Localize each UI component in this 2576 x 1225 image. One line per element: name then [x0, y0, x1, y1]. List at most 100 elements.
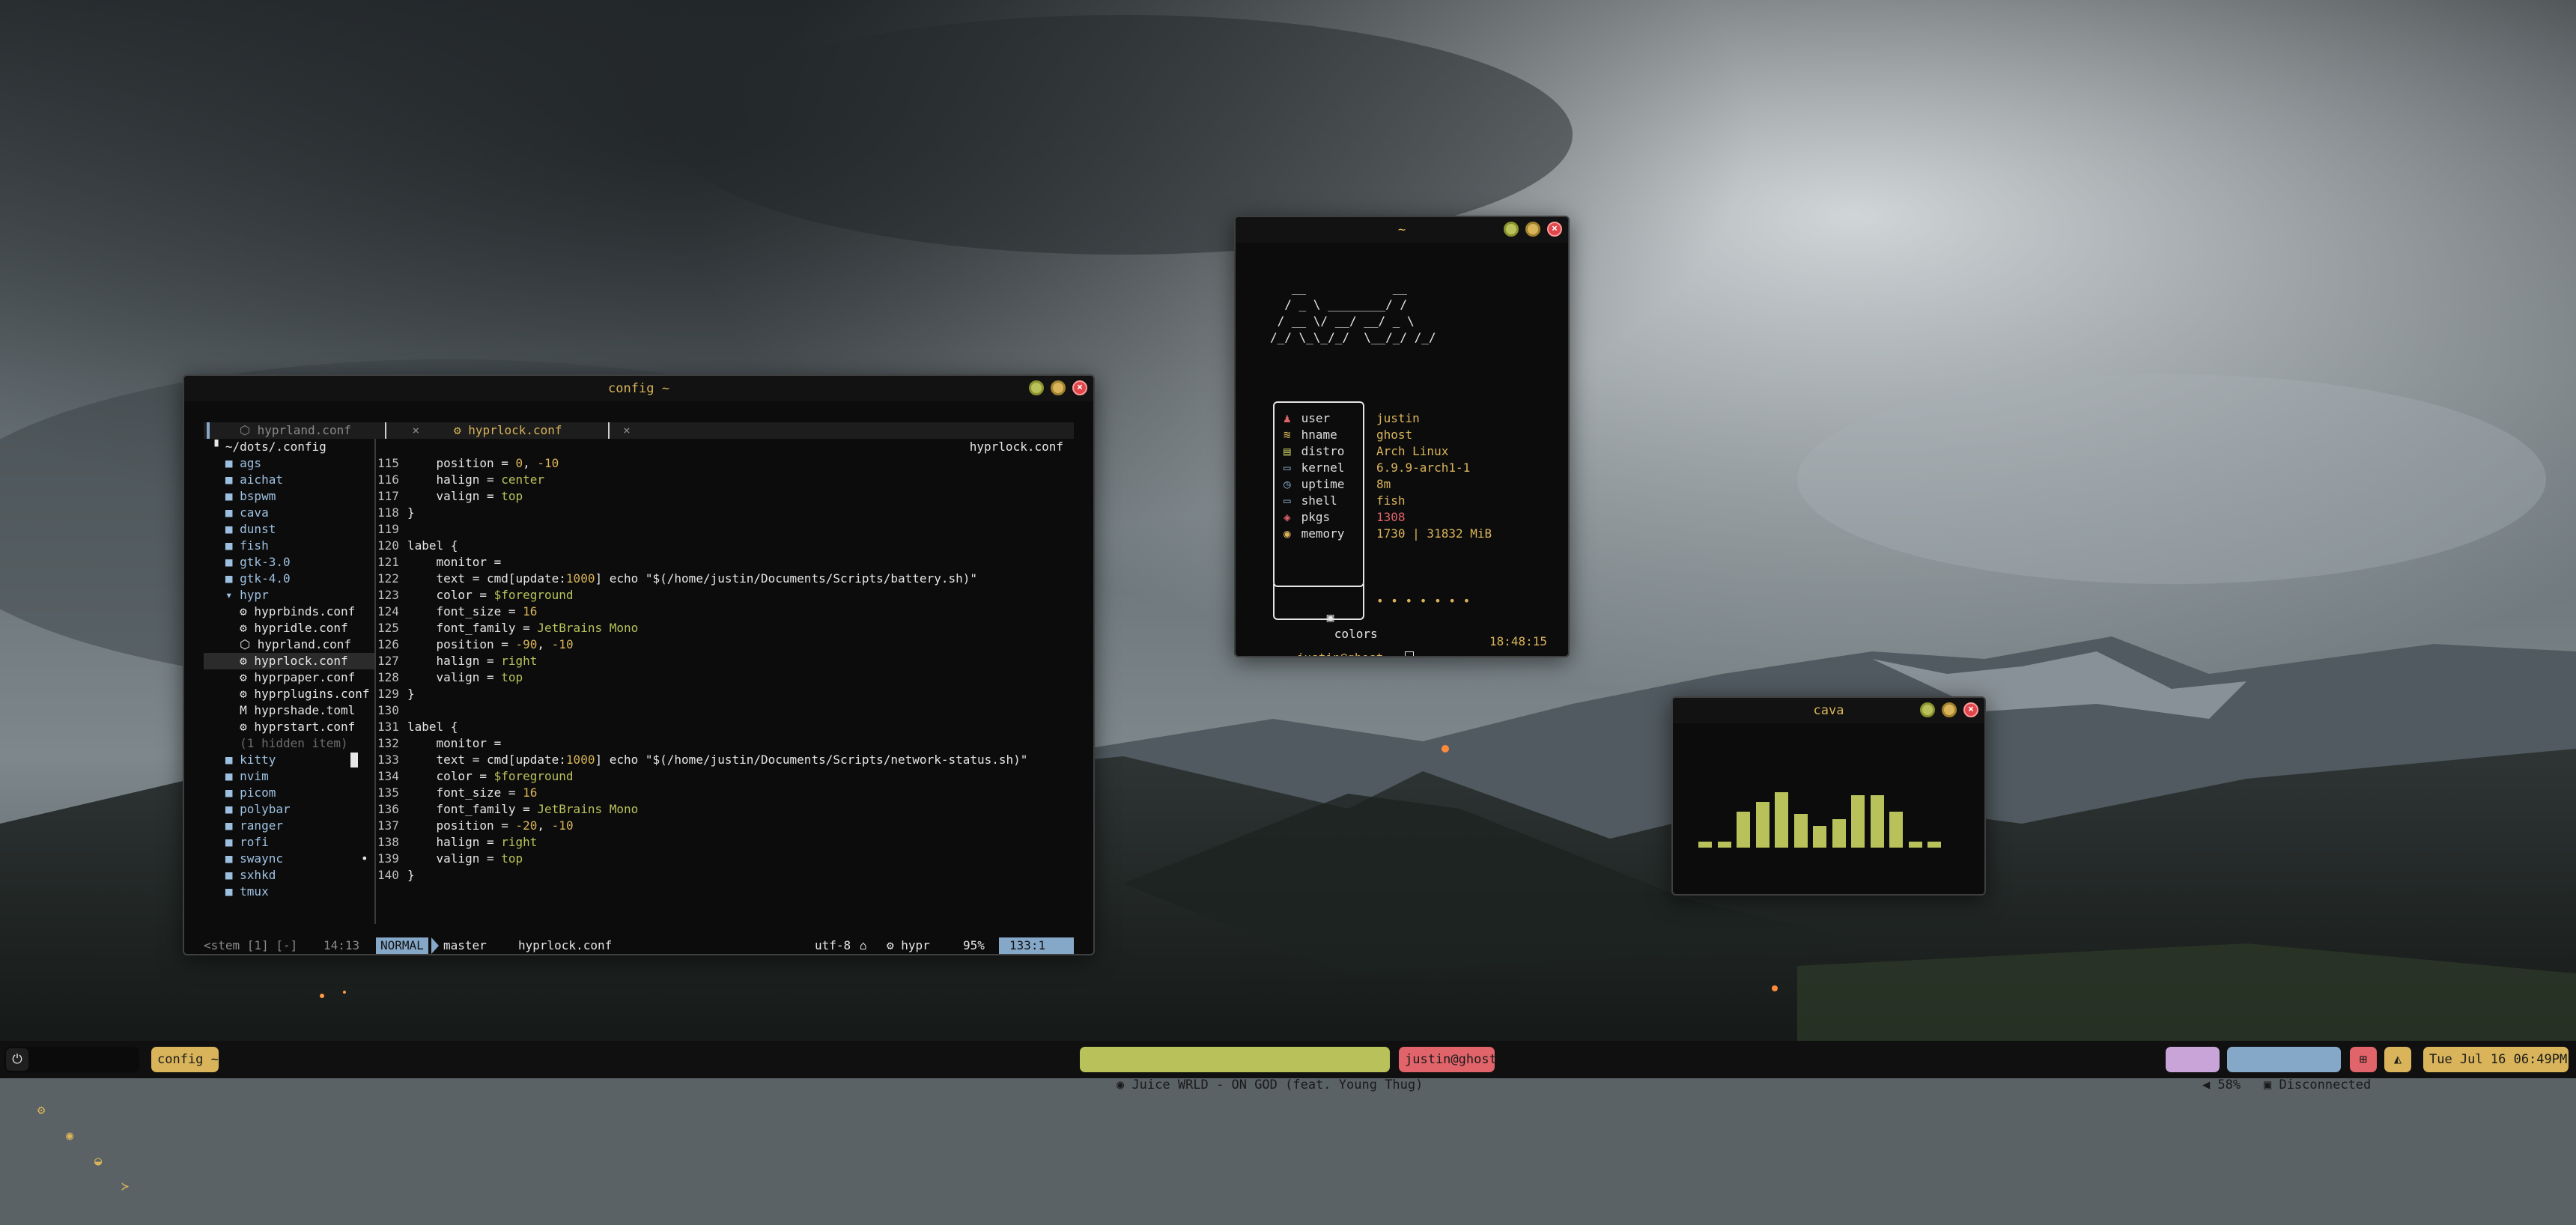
active-window-button[interactable]: config ~ [151, 1047, 219, 1072]
nvim-terminal-window[interactable]: config ~ × ⬡ hyprland.conf × ⚙ hyprlock.… [183, 374, 1095, 955]
clock[interactable]: Tue Jul 16 06:49PM [2423, 1047, 2569, 1072]
tree-folder[interactable]: ■ dunst [204, 521, 374, 538]
close-icon[interactable]: × [412, 423, 419, 437]
tree-folder[interactable]: ■ tmux [204, 884, 374, 900]
code-line[interactable]: 121 monitor = [377, 554, 1074, 571]
minimize-button[interactable] [1504, 222, 1519, 237]
code-line[interactable]: 128 valign = top [377, 669, 1074, 686]
tree-folder[interactable]: ■ ranger [204, 818, 374, 834]
terminal-icon[interactable]: ≻ [121, 1174, 129, 1200]
maximize-button[interactable] [1525, 222, 1540, 237]
tree-folder[interactable]: ■ aichat [204, 472, 374, 488]
code-line[interactable]: 122 text = cmd[update:1000] echo "$(/hom… [377, 571, 1074, 587]
shell-prompt[interactable]: justin@ghost → [1254, 633, 1415, 656]
network-status[interactable]: ▣ Disconnected [2227, 1047, 2371, 1092]
tree-folder[interactable]: ■ picom [204, 785, 374, 801]
code-line[interactable]: 123 color = $foreground [377, 587, 1074, 604]
code-line[interactable]: 117 valign = top [377, 488, 1074, 505]
code-line[interactable]: 118} [377, 505, 1074, 521]
code-line[interactable]: 119 [377, 521, 1074, 538]
info-value: justin [1376, 411, 1420, 425]
palette-icon: ▣ [1326, 610, 1334, 624]
maximize-button[interactable] [1942, 702, 1957, 717]
tree-folder[interactable]: ■ cava [204, 505, 374, 521]
user-host-button[interactable]: justin@ghost [1399, 1047, 1497, 1072]
notification-bell-icon[interactable]: ◭ [2384, 1047, 2411, 1072]
code-line[interactable]: 124 font_size = 16 [377, 604, 1074, 620]
window-titlebar[interactable]: config ~ × [184, 376, 1093, 401]
tree-folder[interactable]: ■ gtk-3.0 [204, 554, 374, 571]
tree-folder[interactable]: ■ gtk-4.0 [204, 571, 374, 587]
network-manager-icon[interactable]: ⊞ [2350, 1047, 2377, 1072]
fastfetch-terminal-window[interactable]: ~ × __ __ / _ \ ________/ / / __ \/ __/ … [1234, 216, 1570, 657]
tree-folder[interactable]: ▝ ~/dots/.config [204, 439, 374, 455]
browser-icon[interactable]: ◒ [94, 1149, 102, 1174]
code-line[interactable]: 132 monitor = [377, 735, 1074, 752]
cursor-position: 133:1 [999, 937, 1074, 954]
code-line[interactable]: 138 halign = right [377, 834, 1074, 851]
tree-folder[interactable]: ■ sxhkd [204, 867, 374, 884]
code-line[interactable]: 135 font_size = 16 [377, 785, 1074, 801]
window-titlebar[interactable]: ~ × [1236, 217, 1568, 243]
code-line[interactable]: 127 halign = right [377, 653, 1074, 669]
window-titlebar[interactable]: cava × [1673, 698, 1984, 723]
tree-folder[interactable]: ■ bspwm [204, 488, 374, 505]
code-line[interactable]: 136 font_family = JetBrains Mono [377, 801, 1074, 818]
tree-file[interactable]: (1 hidden item) [204, 735, 374, 752]
split-divider[interactable] [374, 439, 376, 924]
info-label: ▭ kernel [1284, 460, 1345, 475]
tree-folder[interactable]: ■ nvim [204, 768, 374, 785]
code-line[interactable]: 134 color = $foreground [377, 768, 1074, 785]
file-tree[interactable]: ▝ ~/dots/.config ■ ags ■ aichat ■ bspwm … [204, 439, 374, 918]
code-token: valign = [407, 851, 502, 866]
code-line[interactable]: 115 position = 0, -10 [377, 455, 1074, 472]
media-player[interactable]: ◉ Juice WRLD - ON GOD (feat. Young Thug) [1080, 1047, 1423, 1092]
tree-folder[interactable]: ▾ hypr [204, 587, 374, 604]
gear-icon: ⬡ [240, 423, 250, 437]
code-line[interactable]: 125 font_family = JetBrains Mono [377, 620, 1074, 636]
close-icon[interactable]: × [623, 423, 631, 437]
tree-file[interactable]: ⚙ hyprstart.conf [204, 719, 374, 735]
tree-folder[interactable]: ■ ags [204, 455, 374, 472]
nvim-content[interactable]: ⬡ hyprland.conf × ⚙ hyprlock.conf × ▝ ~/… [204, 422, 1074, 954]
tree-file[interactable]: ⚙ hyprpaper.conf [204, 669, 374, 686]
cava-visualizer-window[interactable]: cava × [1671, 696, 1986, 896]
tab-hyprlock-conf[interactable]: ⚙ hyprlock.conf × [454, 422, 631, 439]
code-line[interactable]: 140} [377, 867, 1074, 884]
code-line[interactable]: 131 label { [377, 719, 1074, 735]
menu-icon[interactable]: ◉ [66, 1123, 73, 1149]
tab-hyprland-conf[interactable]: ⬡ hyprland.conf × [240, 422, 419, 439]
tree-folder[interactable]: ■ swaync [204, 851, 374, 867]
code-line[interactable]: 126 position = -90, -10 [377, 636, 1074, 653]
code-line[interactable]: 129} [377, 686, 1074, 702]
maximize-button[interactable] [1051, 380, 1066, 395]
tree-folder[interactable]: ■ polybar [204, 801, 374, 818]
line-number: 129 [377, 687, 399, 701]
power-icon[interactable]: ⏻ [6, 1048, 28, 1071]
code-line[interactable]: 137 position = -20, -10 [377, 818, 1074, 834]
code-line[interactable]: 139 valign = top [377, 851, 1074, 867]
code-token: valign = [407, 670, 502, 684]
tree-file[interactable]: M hyprshade.toml [204, 702, 374, 719]
minimize-button[interactable] [1029, 380, 1044, 395]
code-line[interactable]: 116 halign = center [377, 472, 1074, 488]
tree-file[interactable]: ⚙ hypridle.conf [204, 620, 374, 636]
code-line[interactable]: 120 label { [377, 538, 1074, 554]
close-button[interactable]: × [1547, 222, 1562, 237]
code-editor[interactable]: hyprlock.conf 115 position = 0, -10 116 h… [350, 439, 1074, 918]
volume-control[interactable]: ◀ 58% [2166, 1047, 2241, 1092]
close-button[interactable]: × [1963, 702, 1978, 717]
tree-file[interactable]: ⚙ hyprlock.conf [204, 653, 374, 669]
tree-file[interactable]: ⚙ hyprplugins.conf [204, 686, 374, 702]
code-line[interactable]: 130 [377, 702, 1074, 719]
code-line[interactable]: 133 text = cmd[update:1000] echo "$(/hom… [350, 752, 1074, 768]
settings-icon[interactable]: ⚙ [37, 1098, 45, 1123]
fastfetch-output[interactable]: __ __ / _ \ ________/ / / __ \/ __/ __/ … [1236, 243, 1568, 656]
tree-file[interactable]: ⚙ hyprbinds.conf [204, 604, 374, 620]
close-button[interactable]: × [1072, 380, 1087, 395]
tree-folder[interactable]: ■ kitty [204, 752, 374, 768]
tree-folder[interactable]: ■ rofi [204, 834, 374, 851]
minimize-button[interactable] [1920, 702, 1935, 717]
tree-file[interactable]: ⬡ hyprland.conf [204, 636, 374, 653]
tree-folder[interactable]: ■ fish [204, 538, 374, 554]
